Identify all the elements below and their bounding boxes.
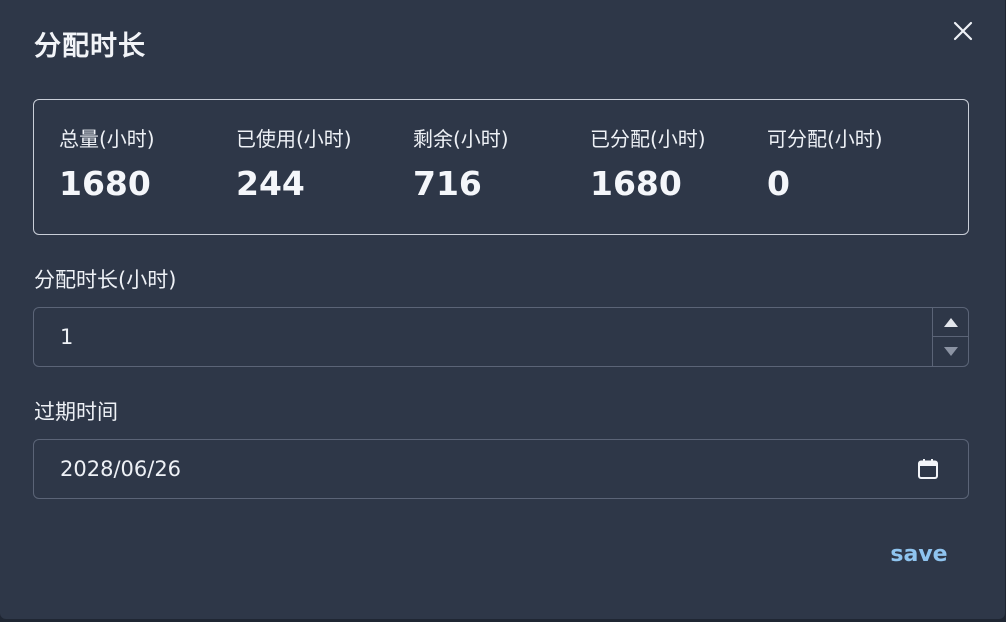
stat-remaining: 剩余(小时) 716 [413, 126, 509, 204]
calendar-button[interactable] [916, 457, 940, 481]
save-button[interactable]: save [880, 535, 958, 573]
dialog-title: 分配时长 [34, 31, 146, 62]
close-icon [953, 21, 973, 41]
stat-used: 已使用(小时) 244 [236, 126, 352, 204]
stat-allocated: 已分配(小时) 1680 [590, 126, 706, 204]
calendar-icon [918, 459, 938, 479]
expiry-label: 过期时间 [34, 400, 118, 424]
stat-value: 1680 [590, 164, 682, 203]
allocate-duration-dialog: 分配时长 总量(小时) 1680 已使用(小时) 244 剩余(小时) 716 … [0, 0, 1005, 619]
expiry-field [33, 439, 969, 499]
stats-panel: 总量(小时) 1680 已使用(小时) 244 剩余(小时) 716 已分配(小… [33, 99, 969, 235]
stat-value: 0 [767, 164, 790, 203]
stat-label: 已分配(小时) [590, 127, 706, 151]
stat-label: 总量(小时) [59, 127, 155, 151]
stat-total: 总量(小时) 1680 [59, 126, 155, 204]
stat-label: 剩余(小时) [413, 127, 509, 151]
triangle-down-icon [944, 347, 958, 356]
duration-stepper [932, 308, 969, 366]
duration-input[interactable] [34, 308, 968, 366]
stat-value: 1680 [59, 164, 151, 203]
stat-label: 可分配(小时) [767, 127, 883, 151]
stat-value: 244 [236, 164, 305, 203]
decrement-button[interactable] [933, 337, 969, 366]
triangle-up-icon [944, 317, 958, 327]
stat-value: 716 [413, 164, 482, 203]
expiry-date-input[interactable] [34, 440, 968, 498]
stat-label: 已使用(小时) [236, 127, 352, 151]
duration-label: 分配时长(小时) [34, 268, 177, 292]
duration-field [33, 307, 969, 367]
close-button[interactable] [944, 12, 982, 50]
stat-allocatable: 可分配(小时) 0 [767, 126, 883, 204]
increment-button[interactable] [933, 308, 969, 337]
